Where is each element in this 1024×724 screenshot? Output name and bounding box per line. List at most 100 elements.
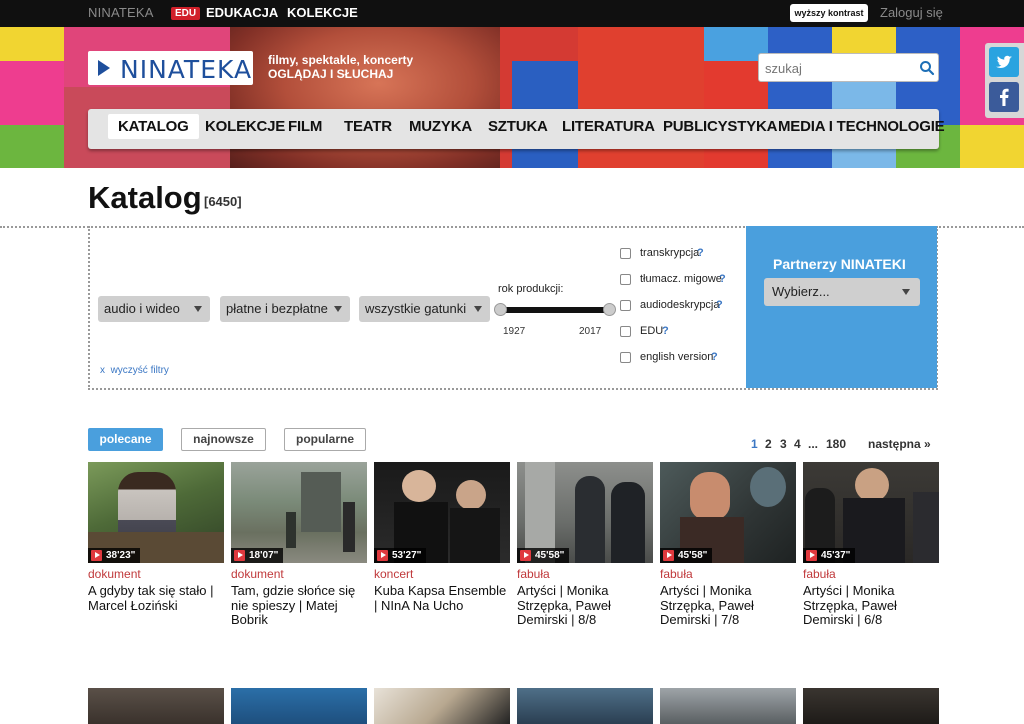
media-type-select[interactable]: audio i wideo [98,296,210,322]
checkbox-box[interactable] [620,352,631,363]
catalog-item-thumbnail-partial[interactable] [88,688,224,724]
play-icon [377,550,388,561]
item-category[interactable]: koncert [374,567,413,581]
year-range-slider[interactable] [500,307,610,313]
help-icon[interactable]: ? [719,273,726,285]
thumbnail-face [855,468,889,502]
catalog-item-thumbnail-partial[interactable] [374,688,510,724]
login-link[interactable]: Zaloguj się [880,5,943,20]
site-logo[interactable]: NINATEKA [88,51,253,85]
tab-popularne[interactable]: popularne [284,428,366,451]
thumbnail-figure [913,492,939,563]
top-brand-link[interactable]: NINATEKA [88,5,154,20]
item-title[interactable]: Artyści | Monika Strzępka, Paweł Demirsk… [803,583,939,628]
item-category[interactable]: dokument [231,567,284,581]
duration-value: 53'27" [392,550,422,561]
twitter-icon [996,55,1012,68]
checkbox-box[interactable] [620,274,631,285]
chevron-down-icon [902,289,910,295]
help-icon[interactable]: ? [697,247,704,259]
year-slider-max-handle[interactable] [603,303,616,316]
high-contrast-button[interactable]: wyższy kontrast [790,4,868,22]
item-category[interactable]: fabuła [660,567,693,581]
checkbox-box[interactable] [620,326,631,337]
nav-item-muzyka[interactable]: MUZYKA [409,118,472,135]
item-title[interactable]: Artyści | Monika Strzępka, Paweł Demirsk… [660,583,796,628]
page-link-4[interactable]: 4 [794,437,801,451]
item-category[interactable]: dokument [88,567,141,581]
genre-select[interactable]: wszystkie gatunki [359,296,490,322]
item-title[interactable]: Tam, gdzie słońce się nie spieszy | Mate… [231,583,367,628]
banner-tile [0,61,64,125]
genre-value: wszystkie gatunki [365,301,467,316]
checkbox-label: transkrypcja [640,247,700,259]
search-icon[interactable] [919,60,935,76]
tagline-line2: OGLĄDAJ I SŁUCHAJ [268,67,394,81]
twitter-button[interactable] [989,47,1019,77]
help-icon[interactable]: ? [716,299,723,311]
checkbox-box[interactable] [620,248,631,259]
chevron-down-icon [474,306,482,312]
play-icon [234,550,245,561]
catalog-item-thumbnail-partial[interactable] [660,688,796,724]
nav-item-film[interactable]: FILM [288,118,322,135]
facebook-button[interactable] [989,82,1019,112]
checkbox-box[interactable] [620,300,631,311]
help-icon[interactable]: ? [711,351,718,363]
year-slider-min-handle[interactable] [494,303,507,316]
thumbnail-figure [611,482,645,563]
page-link-180[interactable]: 180 [826,437,846,451]
nav-item-katalog[interactable]: KATALOG [108,114,199,139]
partners-panel: Partnerzy NINATEKI Wybierz... [746,226,937,388]
duration-badge: 45'58" [517,548,570,563]
play-icon [663,550,674,561]
thumbnail-figure [286,512,296,548]
nav-item-teatr[interactable]: TEATR [344,118,392,135]
nav-item-media-i-technologie[interactable]: MEDIA I TECHNOLOGIE [778,118,945,135]
social-share [985,43,1024,118]
nav-item-kolekcje[interactable]: KOLEKCJE [205,118,285,135]
catalog-item-thumbnail-partial[interactable] [803,688,939,724]
item-category[interactable]: fabuła [517,567,550,581]
banner-tile [0,125,64,168]
nav-item-sztuka[interactable]: SZTUKA [488,118,548,135]
duration-badge: 38'23" [88,548,141,563]
top-kolekcje-link[interactable]: KOLEKCJE [287,5,358,20]
edukacja-link[interactable]: EDUKACJA [206,5,278,20]
catalog-item-thumbnail-partial[interactable] [517,688,653,724]
banner-tile [960,125,1024,168]
item-title[interactable]: A gdyby tak się stało | Marcel Łoziński [88,583,224,613]
thumbnail-face [456,480,486,510]
play-icon [520,550,531,561]
search-input[interactable] [765,59,915,77]
next-page-link[interactable]: następna » [868,437,931,451]
tab-polecane[interactable]: polecane [88,428,163,451]
duration-value: 38'23" [106,550,136,561]
clear-filters-link[interactable]: x wyczyść filtry [100,365,169,376]
close-icon: x [100,365,105,376]
page-link-3[interactable]: 3 [780,437,787,451]
payment-select[interactable]: płatne i bezpłatne [220,296,350,322]
thumbnail-background-shape [750,467,786,507]
edu-badge: EDU [171,7,201,20]
help-icon[interactable]: ? [662,325,669,337]
thumbnail-face [402,470,436,502]
tab-najnowsze[interactable]: najnowsze [181,428,266,451]
item-title[interactable]: Kuba Kapsa Ensemble | NInA Na Ucho [374,583,510,613]
nav-item-publicystyka[interactable]: PUBLICYSTYKA [663,118,777,135]
play-icon [91,550,102,561]
item-category[interactable]: fabuła [803,567,836,581]
duration-value: 45'37" [821,550,851,561]
checkbox-label: english version [640,351,714,363]
thumbnail-figure [575,476,605,563]
catalog-item-thumbnail-partial[interactable] [231,688,367,724]
partners-select[interactable]: Wybierz... [764,278,920,306]
page-link-1[interactable]: 1 [751,437,758,451]
item-title[interactable]: Artyści | Monika Strzępka, Paweł Demirsk… [517,583,653,628]
header-banner: NINATEKA filmy, spektakle, koncerty OGLĄ… [0,27,1024,168]
media-type-value: audio i wideo [104,301,180,316]
page-title: Katalog [88,180,202,215]
page-link-2[interactable]: 2 [765,437,772,451]
nav-item-literatura[interactable]: LITERATURA [562,118,655,135]
year-range-label: rok produkcji: [498,283,564,295]
